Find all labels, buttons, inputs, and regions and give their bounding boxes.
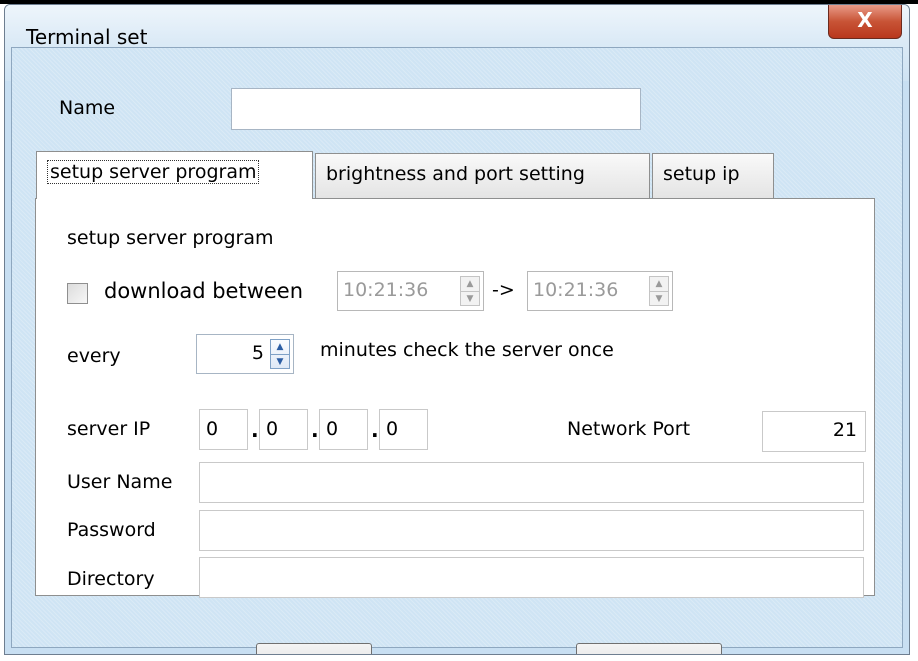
start-time-value: 10:21:36 bbox=[343, 279, 429, 301]
tab-brightness-label: brightness and port setting bbox=[326, 163, 585, 185]
directory-input[interactable] bbox=[199, 557, 864, 598]
tab-brightness-and-port-setting[interactable]: brightness and port setting bbox=[315, 153, 650, 198]
start-time-picker[interactable]: 10:21:36 ▲ ▼ bbox=[337, 271, 484, 311]
exit-button[interactable]: Exit bbox=[576, 643, 722, 654]
spin-up-arrow-icon[interactable]: ▲ bbox=[461, 277, 479, 291]
server-ip-label: server IP bbox=[67, 418, 151, 440]
download-between-checkbox[interactable] bbox=[67, 283, 88, 304]
download-between-label: download between bbox=[104, 279, 304, 303]
server-ip-octet-1[interactable]: 0 bbox=[199, 409, 248, 450]
server-ip-octet-3[interactable]: 0 bbox=[319, 409, 368, 450]
tab-setup-ip-label: setup ip bbox=[663, 163, 740, 185]
start-time-spinner[interactable]: ▲ ▼ bbox=[460, 276, 480, 306]
check-interval-value: 5 bbox=[251, 342, 264, 364]
dialog-client-area: Name setup server program brightness and… bbox=[11, 47, 903, 654]
send-button[interactable]: Send bbox=[256, 643, 372, 654]
user-name-input[interactable] bbox=[199, 462, 864, 503]
name-label: Name bbox=[59, 97, 116, 119]
spin-down-arrow-icon[interactable]: ▼ bbox=[650, 291, 668, 306]
network-port-label: Network Port bbox=[567, 418, 691, 440]
octet-1-value: 0 bbox=[206, 418, 219, 440]
close-button[interactable]: X bbox=[828, 5, 902, 39]
minutes-check-label: minutes check the server once bbox=[320, 339, 614, 361]
name-input[interactable] bbox=[231, 88, 641, 130]
tab-setup-server-program[interactable]: setup server program bbox=[36, 151, 313, 199]
server-ip-octet-4[interactable]: 0 bbox=[379, 409, 428, 450]
spin-down-arrow-icon[interactable]: ▼ bbox=[461, 291, 479, 306]
tab-setup-server-program-label: setup server program bbox=[47, 160, 260, 184]
terminal-set-dialog: Terminal set X Name setup server program… bbox=[4, 4, 910, 655]
panel-heading: setup server program bbox=[67, 227, 274, 249]
time-range-arrow: -> bbox=[492, 279, 515, 301]
network-port-input[interactable]: 21 bbox=[762, 411, 866, 452]
check-interval-stepper[interactable]: 5 ▲ ▼ bbox=[196, 334, 294, 374]
end-time-spinner[interactable]: ▲ ▼ bbox=[649, 276, 669, 306]
password-label: Password bbox=[67, 519, 156, 541]
check-interval-spinner[interactable]: ▲ ▼ bbox=[270, 339, 290, 369]
user-name-label: User Name bbox=[67, 471, 173, 493]
spin-up-arrow-icon[interactable]: ▲ bbox=[271, 340, 289, 354]
octet-3-value: 0 bbox=[326, 418, 339, 440]
spin-up-arrow-icon[interactable]: ▲ bbox=[650, 277, 668, 291]
directory-label: Directory bbox=[67, 568, 155, 590]
octet-2-value: 0 bbox=[266, 418, 279, 440]
ip-dot-separator: . bbox=[251, 418, 259, 442]
octet-4-value: 0 bbox=[386, 418, 399, 440]
every-label: every bbox=[67, 345, 121, 367]
network-port-value: 21 bbox=[832, 419, 857, 441]
setup-server-program-panel: setup server program download between 10… bbox=[35, 198, 875, 598]
ip-dot-separator: . bbox=[311, 418, 319, 442]
spin-down-arrow-icon[interactable]: ▼ bbox=[271, 354, 289, 369]
ip-dot-separator: . bbox=[371, 418, 379, 442]
tab-setup-ip[interactable]: setup ip bbox=[652, 153, 774, 198]
password-input[interactable] bbox=[199, 510, 864, 551]
end-time-value: 10:21:36 bbox=[533, 279, 619, 301]
close-icon: X bbox=[857, 8, 873, 32]
window-title: Terminal set bbox=[26, 25, 148, 49]
end-time-picker[interactable]: 10:21:36 ▲ ▼ bbox=[527, 271, 673, 311]
server-ip-octet-2[interactable]: 0 bbox=[259, 409, 308, 450]
